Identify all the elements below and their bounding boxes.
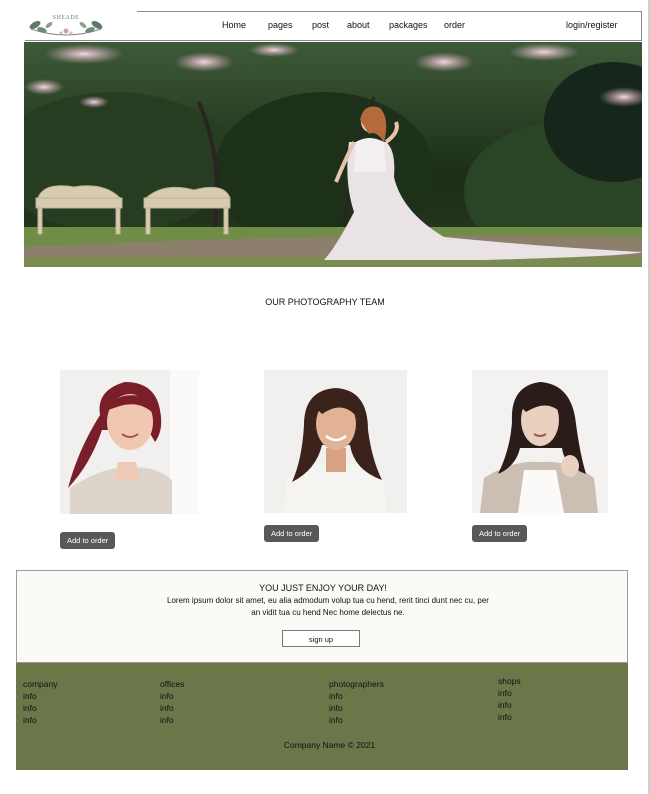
footer-column-offices: offices info info info — [160, 678, 184, 726]
nav-link-home[interactable]: Home — [222, 20, 246, 30]
team-member-photo-3 — [472, 370, 608, 513]
footer-link[interactable]: info — [160, 714, 184, 726]
banner-title: YOU JUST ENJOY YOUR DAY! — [259, 583, 387, 593]
footer-column-title: company — [23, 679, 58, 689]
nav-border-bottom — [25, 40, 642, 41]
nav-link-pages[interactable]: pages — [268, 20, 293, 30]
hero-image — [24, 42, 642, 267]
footer-column-photographers: photographers info info info — [329, 678, 384, 726]
nav-link-login-register[interactable]: login/register — [566, 20, 618, 30]
sign-up-button[interactable]: sign up — [282, 630, 360, 647]
add-to-order-button-3[interactable]: Add to order — [472, 525, 528, 542]
footer-link[interactable]: info — [160, 702, 184, 714]
footer-column-title: offices — [160, 679, 185, 689]
team-member-photo-1 — [60, 370, 199, 514]
bride-in-garden-image — [24, 42, 642, 267]
photographer-portrait-1 — [60, 370, 199, 514]
footer-column-company: company info info info — [23, 678, 58, 726]
signup-banner: YOU JUST ENJOY YOUR DAY! Lorem ipsum dol… — [16, 570, 628, 663]
site-logo[interactable]: SHEADE — [25, 11, 107, 39]
logo-text: SHEADE — [52, 15, 80, 21]
footer-column-title: photographers — [329, 679, 384, 689]
footer-link[interactable]: info — [23, 690, 58, 702]
photographer-portrait-2 — [264, 370, 407, 513]
nav-link-post[interactable]: post — [312, 20, 329, 30]
footer-column-title: shops — [498, 676, 521, 686]
team-member-photo-2 — [264, 370, 407, 513]
footer-link[interactable]: info — [498, 687, 521, 699]
site-footer: company info info info offices info info… — [16, 663, 628, 770]
footer-link[interactable]: info — [498, 711, 521, 723]
footer-link[interactable]: info — [160, 690, 184, 702]
footer-column-shops: shops info info info — [498, 675, 521, 723]
footer-link[interactable]: info — [329, 702, 384, 714]
top-navigation: SHEADE Home pages post about packages or… — [25, 11, 642, 41]
team-section-title: OUR PHOTOGRAPHY TEAM — [265, 297, 385, 307]
footer-link[interactable]: info — [329, 714, 384, 726]
nav-link-about[interactable]: about — [347, 20, 370, 30]
add-to-order-button-2[interactable]: Add to order — [264, 525, 320, 542]
copyright-text: Company Name © 2021 — [283, 740, 376, 750]
nav-link-order[interactable]: order — [444, 20, 465, 30]
photographer-portrait-3 — [472, 370, 608, 513]
add-to-order-button-1[interactable]: Add to order — [60, 532, 116, 549]
footer-link[interactable]: info — [329, 690, 384, 702]
banner-text: Lorem ipsum dolor sit amet, eu alia admo… — [167, 596, 489, 617]
footer-link[interactable]: info — [498, 699, 521, 711]
footer-link[interactable]: info — [23, 714, 58, 726]
nav-border-right — [641, 11, 642, 41]
footer-link[interactable]: info — [23, 702, 58, 714]
nav-border-top — [137, 11, 641, 12]
nav-link-packages[interactable]: packages — [389, 20, 428, 30]
